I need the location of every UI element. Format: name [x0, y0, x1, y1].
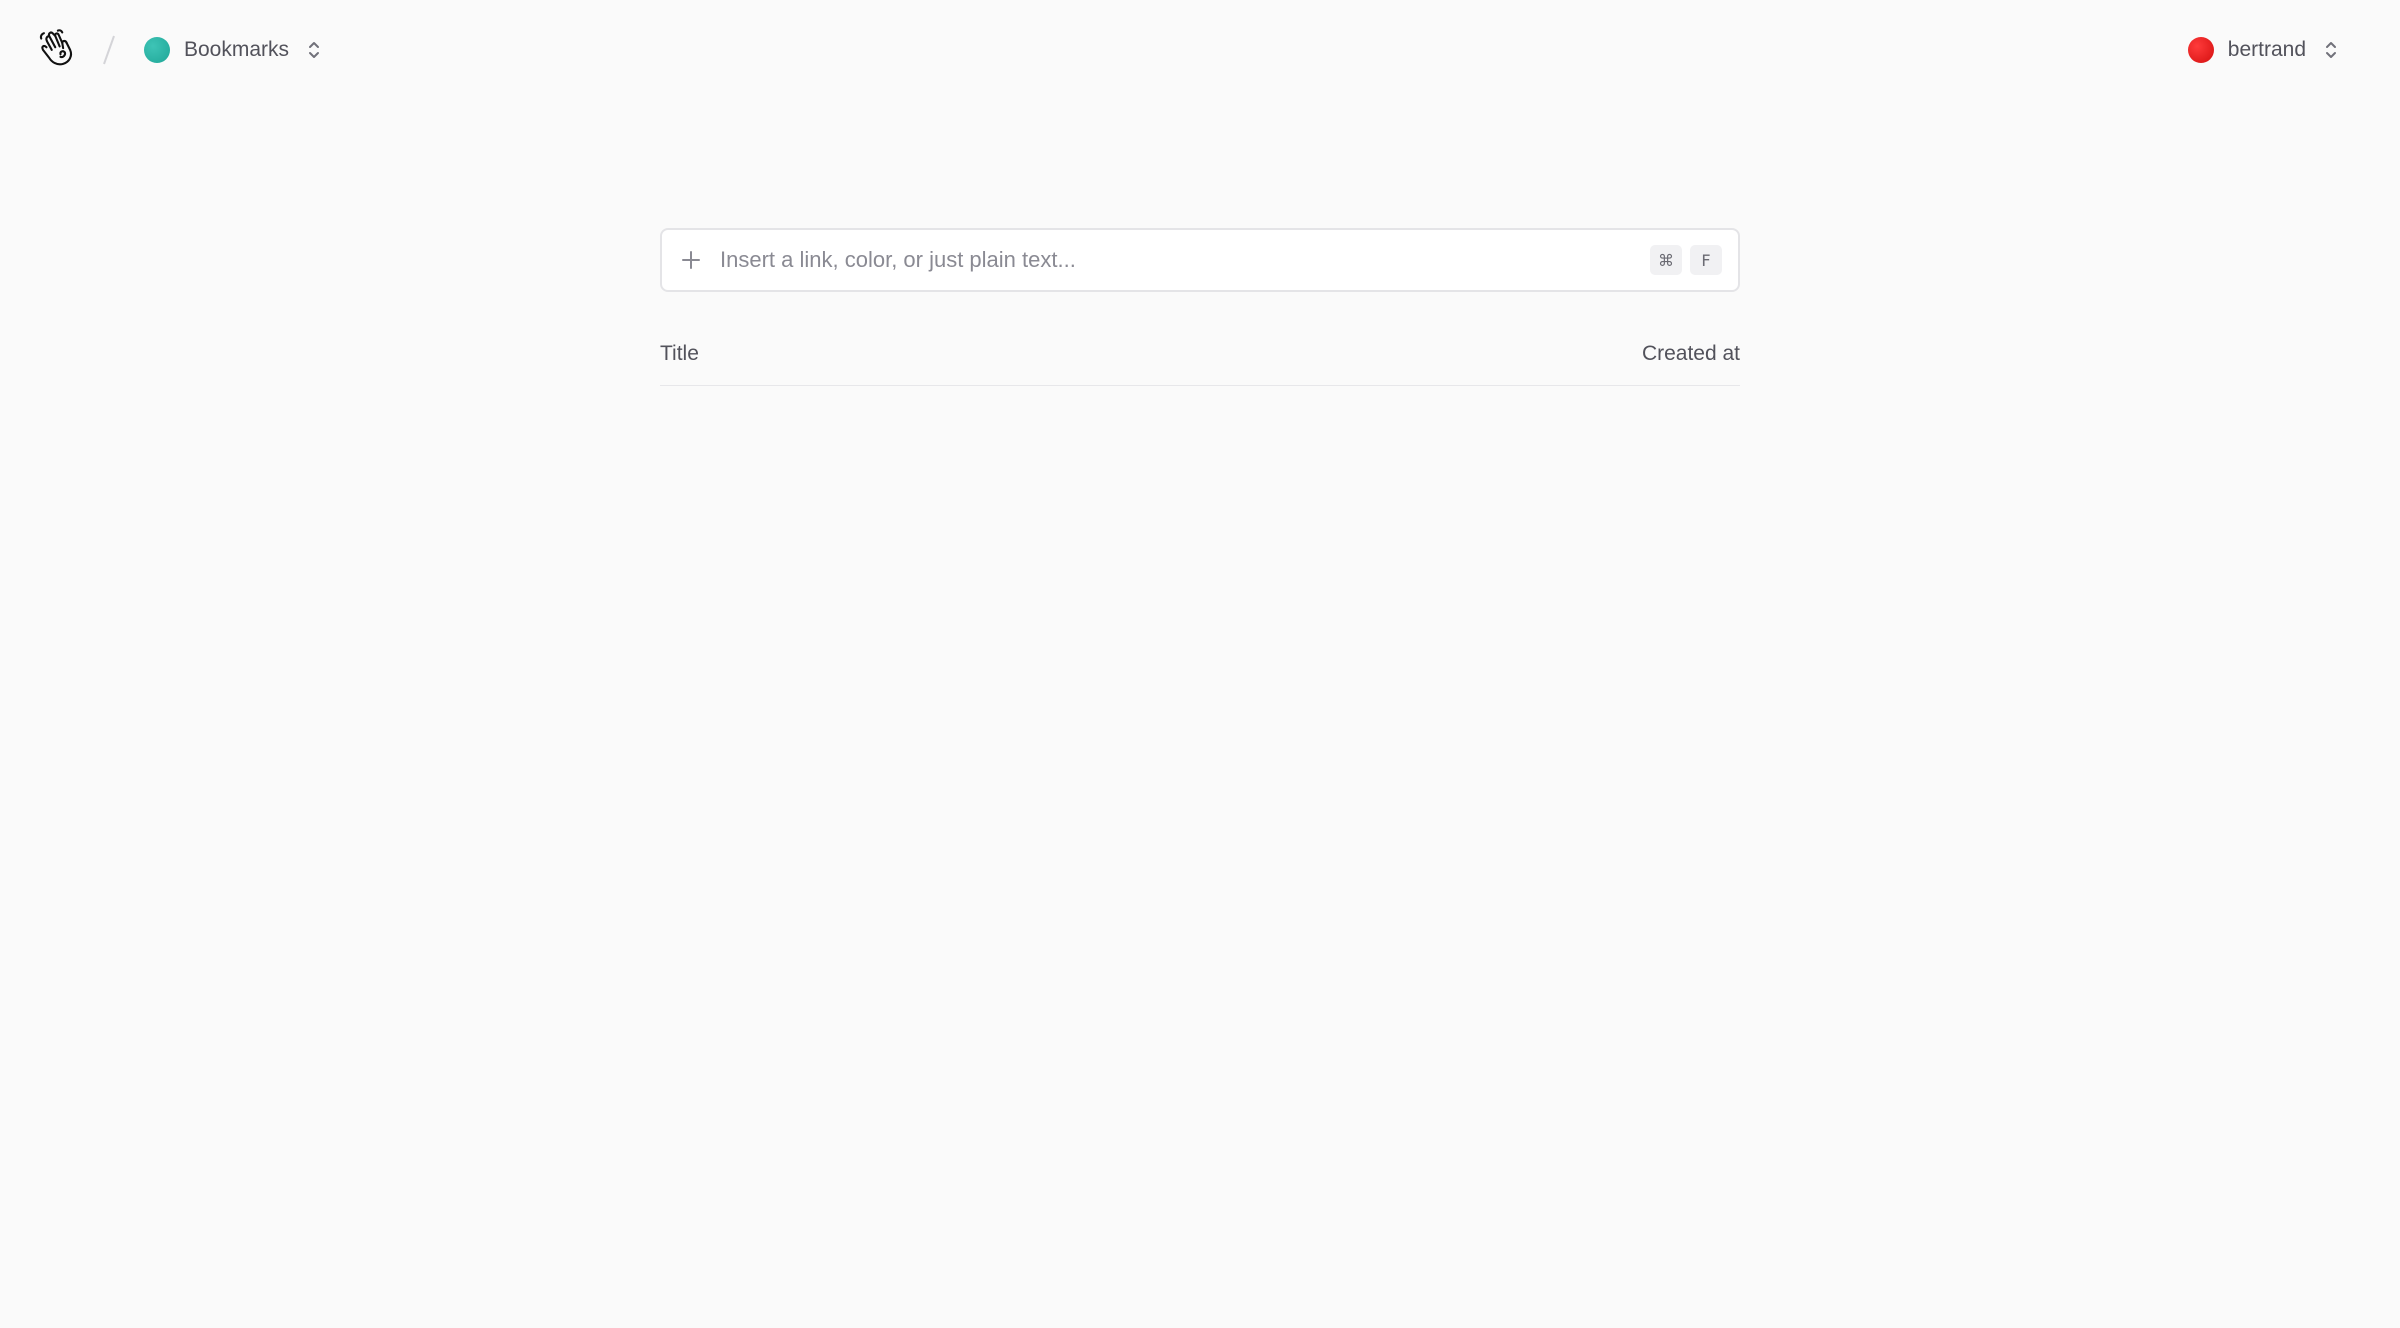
chevron-up-down-icon	[307, 39, 321, 61]
collection-name: Bookmarks	[184, 38, 290, 61]
add-bookmark-bar: ⌘ F	[660, 228, 1740, 292]
column-header-title[interactable]: Title	[660, 342, 699, 366]
shortcut-key-f: F	[1690, 245, 1722, 275]
plus-icon[interactable]	[680, 249, 702, 271]
column-header-created-at[interactable]: Created at	[1642, 342, 1740, 366]
collection-color-dot	[144, 37, 170, 63]
collection-switcher[interactable]: Bookmarks	[144, 30, 321, 70]
app-root: Bookmarks bertrand Insert a link, color,…	[0, 0, 2400, 1328]
breadcrumb-separator	[100, 34, 118, 66]
user-switcher[interactable]: bertrand	[2187, 30, 2338, 70]
add-bookmark-input[interactable]	[720, 247, 1642, 273]
hand-wave-icon[interactable]	[36, 28, 78, 70]
shortcut-key-command: ⌘	[1650, 245, 1682, 275]
main-content: ⌘ F Title Created at	[660, 228, 1740, 386]
user-name: bertrand	[2227, 38, 2306, 61]
top-header: Bookmarks bertrand	[0, 0, 2400, 100]
chevron-up-down-icon	[2324, 39, 2338, 61]
user-avatar	[2187, 37, 2214, 63]
table-header: Title Created at	[660, 324, 1740, 386]
